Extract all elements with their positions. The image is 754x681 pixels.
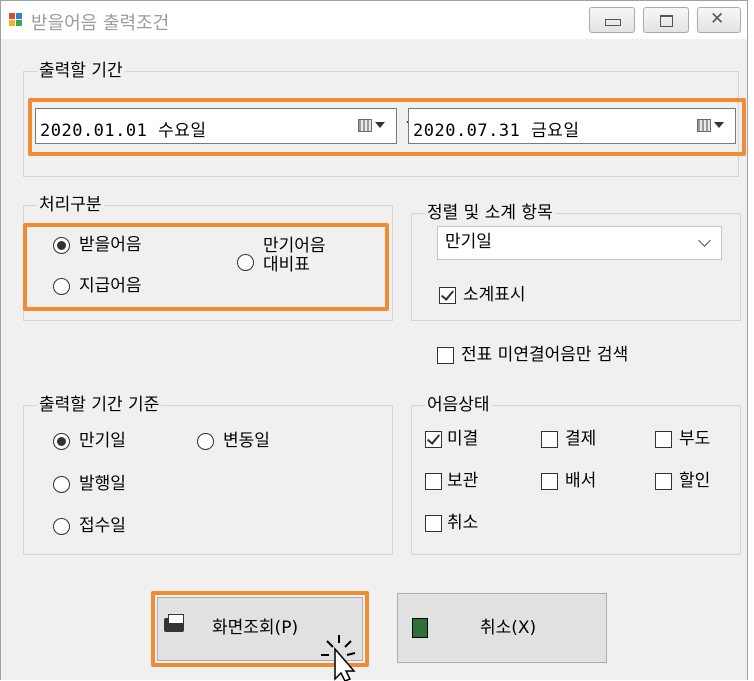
maximize-button[interactable] — [643, 7, 689, 33]
date-from-picker[interactable]: 2020.01.01 수요일 — [35, 108, 397, 144]
maximize-icon — [660, 15, 673, 27]
date-from-value: 2020.01.01 수요일 — [40, 121, 207, 141]
subtotal-checkbox-label: 소계표시 — [463, 285, 526, 305]
status-checkbox-held[interactable] — [425, 473, 442, 490]
mouse-cursor-icon — [321, 635, 356, 681]
note-status-group-label: 어음상태 — [425, 395, 492, 415]
process-type-highlight — [23, 223, 389, 311]
radio-basis-receipt-label: 접수일 — [79, 516, 126, 536]
radio-maturity-comparison-label: 만기어음 대비표 — [263, 236, 326, 275]
radio-payable-notes[interactable] — [53, 278, 70, 295]
radio-basis-change[interactable] — [197, 433, 214, 450]
status-label-cancelled: 취소 — [447, 513, 479, 533]
window-title: 받을어음 출력조건 — [31, 13, 170, 34]
view-screen-button-label: 화면조회(P) — [212, 618, 299, 638]
status-checkbox-endorsed[interactable] — [541, 473, 558, 490]
radio-basis-issue[interactable] — [53, 476, 70, 493]
chevron-down-icon — [698, 234, 711, 247]
sort-group-label: 정렬 및 소계 항목 — [425, 203, 555, 223]
status-checkbox-cancelled[interactable] — [425, 515, 442, 532]
cancel-button[interactable]: 취소(X) — [397, 593, 607, 663]
status-label-pending: 미결 — [447, 429, 479, 449]
status-label-endorsed: 배서 — [565, 471, 597, 491]
period-basis-group-label: 출력할 기간 기준 — [37, 395, 162, 415]
unlinked-only-checkbox[interactable] — [437, 347, 454, 364]
radio-basis-maturity[interactable] — [53, 433, 70, 450]
subtotal-checkbox[interactable] — [439, 287, 456, 304]
radio-maturity-comparison[interactable] — [237, 254, 254, 271]
dialog-window: 받을어음 출력조건 ✕ 출력할 기간 2020.01.01 수요일 ~ 2020… — [0, 0, 748, 681]
status-checkbox-pending[interactable] — [425, 431, 442, 448]
printer-icon-paper — [168, 614, 184, 624]
radio-basis-change-label: 변동일 — [223, 431, 270, 451]
status-label-dishonored: 부도 — [679, 429, 711, 449]
calendar-icon — [697, 119, 711, 132]
status-label-settled: 결제 — [565, 429, 597, 449]
date-to-value: 2020.07.31 금요일 — [413, 121, 580, 141]
sort-field-value: 만기일 — [445, 232, 492, 252]
radio-receivable-notes[interactable] — [53, 237, 70, 254]
radio-basis-issue-label: 발행일 — [79, 474, 126, 494]
dropdown-arrow-icon[interactable] — [375, 122, 385, 128]
dropdown-arrow-icon[interactable] — [714, 122, 724, 128]
close-button[interactable]: ✕ — [697, 7, 741, 33]
sort-field-select[interactable]: 만기일 — [437, 226, 722, 260]
close-icon: ✕ — [710, 9, 725, 29]
status-checkbox-settled[interactable] — [541, 431, 558, 448]
period-group-label: 출력할 기간 — [37, 61, 125, 81]
app-icon — [9, 13, 23, 27]
status-label-held: 보관 — [447, 471, 479, 491]
status-checkbox-dishonored[interactable] — [655, 431, 672, 448]
minimize-icon — [605, 19, 621, 26]
date-to-picker[interactable]: 2020.07.31 금요일 — [408, 108, 736, 144]
status-label-discounted: 할인 — [679, 471, 711, 491]
exit-door-icon — [412, 618, 428, 638]
radio-receivable-notes-label: 받을어음 — [79, 235, 142, 255]
radio-payable-notes-label: 지급어음 — [79, 276, 142, 296]
unlinked-only-label: 전표 미연결어음만 검색 — [461, 345, 629, 365]
radio-basis-receipt[interactable] — [53, 518, 70, 535]
minimize-button[interactable] — [589, 7, 635, 33]
calendar-icon — [358, 119, 372, 132]
title-bar[interactable]: 받을어음 출력조건 ✕ — [1, 1, 747, 39]
radio-basis-maturity-label: 만기일 — [79, 431, 126, 451]
cancel-button-label: 취소(X) — [480, 618, 537, 638]
process-type-group-label: 처리구분 — [37, 195, 104, 215]
status-checkbox-discounted[interactable] — [655, 473, 672, 490]
